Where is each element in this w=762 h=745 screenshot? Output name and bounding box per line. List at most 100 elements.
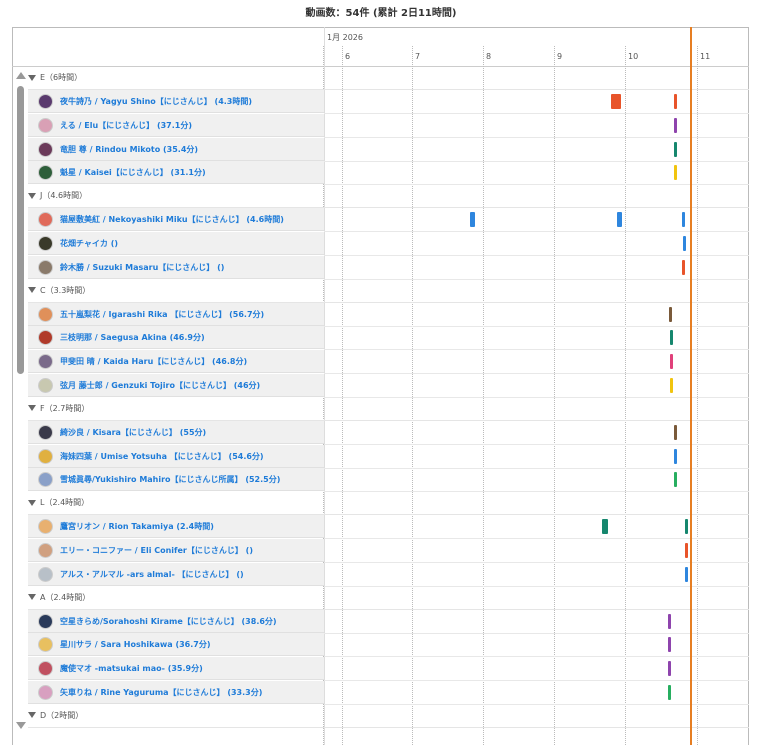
channel-name-link[interactable]: 夜牛詩乃 / Yagyu Shino【にじさんじ】 (4.3時間) [60,90,252,113]
gridline [342,46,343,745]
channel-name-link[interactable]: 雪城眞尋/Yukishiro Mahiro【にじさんじ所属】 (52.5分) [60,468,280,491]
channel-row[interactable]: 弦月 藤士郎 / Genzuki Tojiro【にじさんじ】 (46分) [28,374,324,397]
group-header[interactable]: E（6時間） [28,67,324,89]
channel-row[interactable]: 三枝明那 / Saegusa Akina (46.9分) [28,326,324,350]
group-header[interactable]: C（3.3時間） [28,280,324,302]
channel-row[interactable]: 魔使マオ -matsukai mao- (35.9分) [28,657,324,681]
channel-row[interactable]: 綺沙良 / Kisara【にじさんじ】 (55分) [28,420,324,444]
video-bar[interactable] [670,378,673,393]
video-bar[interactable] [670,354,673,370]
channel-name-link[interactable]: 矢車りね / Rine Yaguruma【にじさんじ】 (33.3分) [60,681,262,704]
channel-name-link[interactable]: 甲斐田 晴 / Kaida Haru【にじさんじ】 (46.8分) [60,350,247,373]
channel-avatar [38,306,53,322]
collapse-triangle-icon[interactable] [28,74,36,81]
video-bar[interactable] [674,94,677,109]
row-divider [324,491,749,493]
video-bar[interactable] [668,613,671,629]
group-header[interactable]: F（2.7時間） [28,398,324,420]
channel-name-link[interactable]: アルス・アルマル -ars almal- 【にじさんじ】 () [60,563,244,586]
channel-name-link[interactable]: 空星きらめ/Sorahoshi Kirame【にじさんじ】 (38.6分) [60,610,277,633]
scroll-down-arrow-icon[interactable] [16,722,26,729]
channel-name-link[interactable]: 魔使マオ -matsukai mao- (35.9分) [60,657,203,680]
video-bar[interactable] [674,448,677,464]
channel-name-link[interactable]: 鈴木勝 / Suzuki Masaru【にじさんじ】 () [60,256,224,279]
channel-row[interactable]: 星川サラ / Sara Hoshikawa (36.7分) [28,633,324,657]
channel-avatar [38,566,53,582]
channel-row[interactable]: アルス・アルマル -ars almal- 【にじさんじ】 () [28,562,324,586]
group-divider [28,726,749,728]
video-bar[interactable] [683,236,686,251]
video-bar[interactable] [470,212,475,228]
video-bar[interactable] [611,94,621,109]
channel-name-link[interactable]: エリー・コニファー / Eli Conifer【にじさんじ】 () [60,539,253,562]
channel-row[interactable]: 空星きらめ/Sorahoshi Kirame【にじさんじ】 (38.6分) [28,609,324,633]
collapse-triangle-icon[interactable] [28,192,36,199]
gridline [697,46,698,745]
channel-name-link[interactable]: 綺沙良 / Kisara【にじさんじ】 (55分) [60,421,206,444]
video-bar[interactable] [682,212,685,228]
video-bar[interactable] [685,566,688,582]
channel-name-link[interactable]: 鷹宮リオン / Rion Takamiya (2.4時間) [60,515,214,538]
channel-row[interactable]: 鷹宮リオン / Rion Takamiya (2.4時間) [28,515,324,539]
video-bar[interactable] [674,165,677,181]
channel-avatar [38,613,53,629]
channel-name-link[interactable]: 三枝明那 / Saegusa Akina (46.9分) [60,326,205,349]
channel-row[interactable]: 夜牛詩乃 / Yagyu Shino【にじさんじ】 (4.3時間) [28,90,324,113]
channel-row[interactable]: 五十嵐梨花 / Igarashi Rika 【にじさんじ】 (56.7分) [28,302,324,326]
video-bar[interactable] [685,543,688,558]
group-header[interactable]: A（2.4時間） [28,587,324,609]
scroll-up-arrow-icon[interactable] [16,72,26,79]
channel-row[interactable]: える / Elu【にじさんじ】 (37.1分) [28,113,324,137]
collapse-triangle-icon[interactable] [28,594,36,601]
video-bar[interactable] [669,306,672,322]
channel-name-link[interactable]: 五十嵐梨花 / Igarashi Rika 【にじさんじ】 (56.7分) [60,303,264,326]
axis-tick-label: 6 [345,52,351,61]
group-header[interactable]: L（2.4時間） [28,492,324,514]
channel-row[interactable]: 竜胆 尊 / Rindou Mikoto (35.4分) [28,137,324,161]
row-divider [324,680,749,682]
channel-row[interactable]: 雪城眞尋/Yukishiro Mahiro【にじさんじ所属】 (52.5分) [28,468,324,492]
channel-avatar [38,378,53,393]
channel-row[interactable]: 海妹四葉 / Umise Yotsuha 【にじさんじ】 (54.6分) [28,444,324,468]
row-divider [324,325,749,327]
channel-row[interactable]: 猫屋敷美紅 / Nekoyashiki Miku【にじさんじ】 (4.6時間) [28,208,324,232]
video-bar[interactable] [682,259,685,275]
group-label: C（3.3時間） [40,285,91,295]
channel-row[interactable]: 甲斐田 晴 / Kaida Haru【にじさんじ】 (46.8分) [28,350,324,374]
video-bar[interactable] [685,519,688,535]
channel-row[interactable]: 鈴木勝 / Suzuki Masaru【にじさんじ】 () [28,255,324,279]
scrollbar-thumb[interactable] [17,86,24,374]
channel-name-link[interactable]: 魁星 / Kaisei【にじさんじ】 (31.1分) [60,161,206,184]
video-bar[interactable] [674,424,677,440]
channel-row[interactable]: エリー・コニファー / Eli Conifer【にじさんじ】 () [28,539,324,562]
group-header[interactable]: D（2時間） [28,705,324,727]
video-bar[interactable] [602,519,608,535]
video-bar[interactable] [674,472,677,488]
channel-name-link[interactable]: 星川サラ / Sara Hoshikawa (36.7分) [60,633,211,656]
group-header[interactable]: J（4.6時間） [28,185,324,207]
channel-name-link[interactable]: 弦月 藤士郎 / Genzuki Tojiro【にじさんじ】 (46分) [60,374,260,397]
video-bar[interactable] [674,117,677,133]
video-bar[interactable] [670,330,673,346]
collapse-triangle-icon[interactable] [28,712,36,719]
collapse-triangle-icon[interactable] [28,405,36,412]
video-bar[interactable] [674,141,677,157]
channel-name-link[interactable]: 竜胆 尊 / Rindou Mikoto (35.4分) [60,138,198,161]
row-divider [324,585,749,587]
channel-row[interactable]: 花畑チャイカ () [28,232,324,255]
current-time-marker [690,27,692,745]
channel-avatar [38,259,53,275]
video-bar[interactable] [668,637,671,653]
channel-name-link[interactable]: 猫屋敷美紅 / Nekoyashiki Miku【にじさんじ】 (4.6時間) [60,208,284,231]
channel-row[interactable]: 魁星 / Kaisei【にじさんじ】 (31.1分) [28,161,324,185]
channel-name-link[interactable]: える / Elu【にじさんじ】 (37.1分) [60,114,192,137]
channel-avatar [38,424,53,440]
video-bar[interactable] [668,661,671,677]
video-bar[interactable] [617,212,622,228]
collapse-triangle-icon[interactable] [28,499,36,506]
collapse-triangle-icon[interactable] [28,287,36,294]
channel-row[interactable]: 矢車りね / Rine Yaguruma【にじさんじ】 (33.3分) [28,681,324,704]
channel-name-link[interactable]: 花畑チャイカ () [60,232,118,255]
video-bar[interactable] [668,685,671,700]
channel-name-link[interactable]: 海妹四葉 / Umise Yotsuha 【にじさんじ】 (54.6分) [60,445,264,468]
